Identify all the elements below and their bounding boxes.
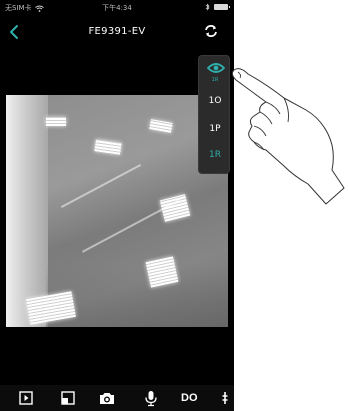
microphone-icon bbox=[145, 391, 157, 407]
resolution-toggle-button[interactable]: 1R bbox=[201, 60, 229, 86]
page-title: FE9391-EV bbox=[88, 26, 146, 37]
camera-icon bbox=[100, 393, 114, 404]
ceiling-light bbox=[149, 119, 173, 133]
layout-button[interactable] bbox=[58, 389, 78, 407]
phone-screen: 无SIM卡 下午4:34 FE9391-EV 1R 1O 1P 1R DO bbox=[0, 0, 234, 411]
more-icon bbox=[222, 392, 228, 404]
floor-streak bbox=[81, 199, 181, 253]
refresh-button[interactable] bbox=[202, 22, 220, 40]
status-time: 下午4:34 bbox=[102, 4, 132, 12]
floor-streak bbox=[60, 163, 142, 209]
snapshot-button[interactable] bbox=[97, 389, 117, 407]
talk-button[interactable] bbox=[141, 389, 161, 407]
battery-icon bbox=[214, 4, 230, 10]
refresh-icon bbox=[205, 25, 217, 37]
resolution-option-1p[interactable]: 1P bbox=[199, 124, 231, 134]
do-button[interactable]: DO bbox=[181, 392, 198, 404]
eye-icon bbox=[207, 63, 225, 73]
more-button[interactable] bbox=[218, 389, 232, 407]
ceiling-light bbox=[94, 139, 122, 155]
resolution-option-1r[interactable]: 1R bbox=[199, 150, 231, 160]
camera-video-feed[interactable] bbox=[6, 95, 228, 327]
video-floor-shadow bbox=[46, 265, 228, 327]
layout-icon bbox=[61, 391, 75, 405]
play-icon bbox=[19, 391, 33, 405]
resolution-menu: 1R 1O 1P 1R bbox=[198, 55, 230, 174]
nav-bar: FE9391-EV bbox=[0, 17, 234, 47]
status-right bbox=[205, 3, 230, 11]
video-wall bbox=[6, 95, 48, 327]
resolution-current-label: 1R bbox=[211, 77, 219, 83]
bluetooth-icon bbox=[205, 3, 210, 11]
pointing-hand-illustration bbox=[231, 68, 345, 205]
ceiling-light bbox=[46, 117, 66, 126]
resolution-option-1o[interactable]: 1O bbox=[199, 96, 231, 106]
bottom-toolbar: DO bbox=[0, 385, 234, 411]
status-bar: 无SIM卡 下午4:34 bbox=[0, 0, 234, 14]
playback-button[interactable] bbox=[16, 389, 36, 407]
